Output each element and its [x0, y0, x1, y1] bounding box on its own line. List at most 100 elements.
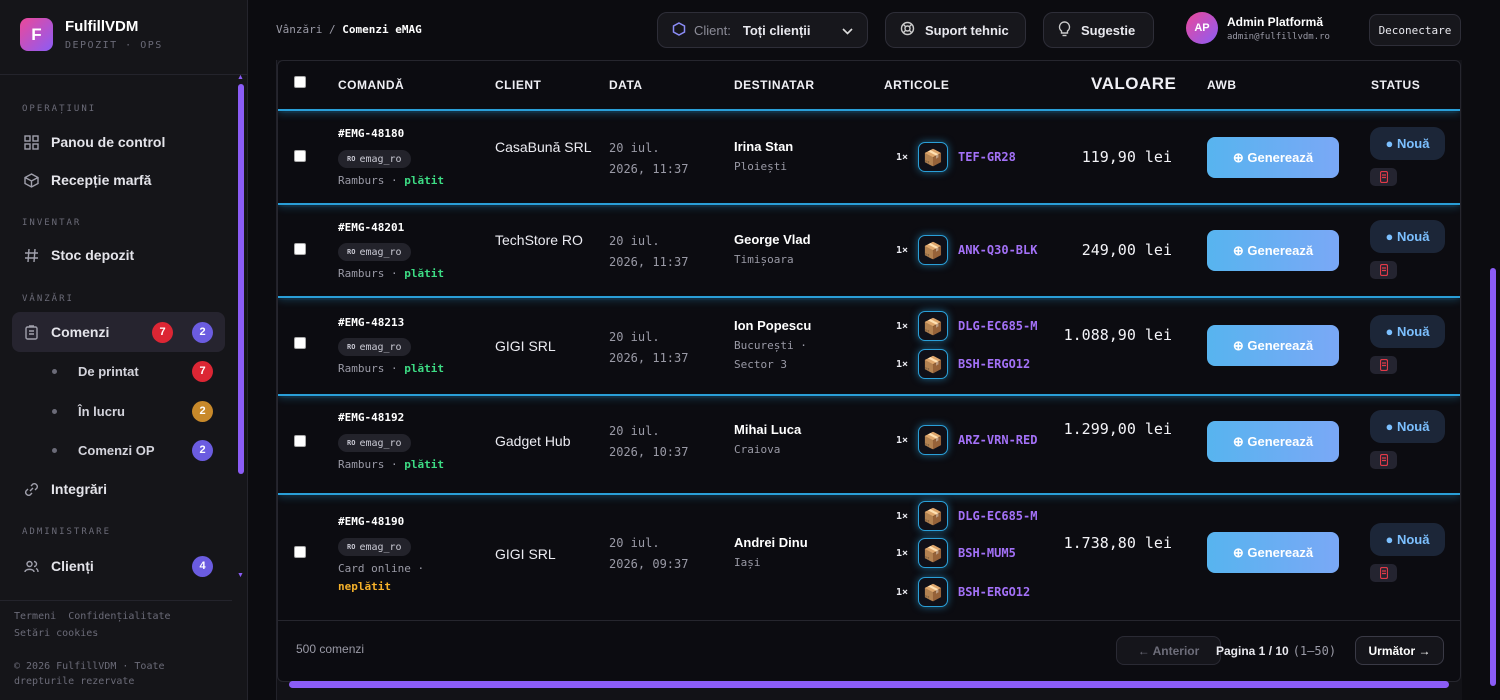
col-recipient[interactable]: DESTINATAR	[734, 78, 815, 92]
payment-method: Ramburs ·	[338, 267, 398, 280]
date-day: 20 iul.	[609, 141, 660, 155]
client-select[interactable]: Client: Toți clienții	[657, 12, 868, 48]
item-sku[interactable]: ANK-Q30-BLK	[958, 243, 1037, 257]
col-order[interactable]: COMANDĂ	[338, 78, 404, 92]
item-sku[interactable]: DLG-EC685-M	[958, 509, 1037, 523]
payment-status: plătit	[404, 458, 444, 471]
sidebar-item-label: Clienți	[51, 558, 94, 574]
subitem-badge: 2	[192, 439, 213, 461]
hash-icon	[23, 247, 39, 263]
col-value[interactable]: VALOARE	[1091, 74, 1176, 94]
date-time: 2026, 11:37	[609, 255, 689, 269]
next-page-button[interactable]: Următor →	[1355, 636, 1444, 665]
sidebar-subitem-to-print[interactable]: De printat 7	[52, 356, 222, 386]
row-checkbox[interactable]	[294, 337, 306, 349]
table-row[interactable]: #EMG-48201 RO emag_ro Ramburs · plătit Te…	[278, 207, 1460, 298]
scroll-down-icon[interactable]: ▼	[237, 572, 244, 579]
horizontal-scrollbar[interactable]	[289, 681, 1449, 688]
vertical-scrollbar[interactable]	[1490, 268, 1496, 686]
grid-icon	[23, 134, 39, 150]
date-day: 20 iul.	[609, 536, 660, 550]
printer-icon[interactable]	[1370, 168, 1397, 186]
brand[interactable]: F FulfillVDM DEPOZIT · OPS	[20, 18, 163, 51]
table-row[interactable]: #EMG-48180 RO emag_ro Ramburs · plătit Ca…	[278, 113, 1460, 205]
recipient-city: București · Sector 3	[734, 339, 807, 371]
logout-button[interactable]: Deconectare	[1369, 14, 1461, 46]
support-button[interactable]: Suport tehnic	[885, 12, 1026, 48]
order-date: 20 iul. 2026, 11:37	[609, 231, 688, 273]
order-id[interactable]: #EMG-48190	[338, 515, 404, 528]
sidebar-item-clients[interactable]: Clienți 4	[12, 546, 225, 584]
sidebar-subitem-op-orders[interactable]: Comenzi OP 2	[52, 435, 222, 465]
generate-awb-button[interactable]: ⊕ Generează	[1207, 137, 1339, 178]
privacy-link[interactable]: Confidențialitate	[68, 611, 170, 622]
breadcrumb-current: Comenzi eMAG	[342, 23, 422, 36]
sidebar-item-label: Integrări	[51, 481, 108, 497]
order-id[interactable]: #EMG-48180	[338, 127, 404, 140]
row-checkbox[interactable]	[294, 243, 306, 255]
sidebar-item-integrations[interactable]: Integrări	[12, 469, 225, 509]
sidebar-item-dashboard[interactable]: Panou de control	[12, 122, 225, 162]
select-all-checkbox[interactable]	[294, 76, 306, 88]
source-badge: RO emag_ro	[338, 338, 411, 356]
sidebar-scrollbar[interactable]	[238, 84, 244, 474]
sidebar-item-orders[interactable]: Comenzi 7 2	[12, 312, 225, 352]
printer-icon[interactable]	[1370, 451, 1397, 469]
previous-page-button[interactable]: ← Anterior	[1116, 636, 1221, 665]
recipient-name: George Vlad	[734, 232, 811, 247]
item-sku[interactable]: BSH-ERGO12	[958, 357, 1030, 371]
order-item: 1× 📦 BSH-ERGO12	[896, 576, 1030, 608]
item-qty: 1×	[896, 244, 909, 256]
item-sku[interactable]: ARZ-VRN-RED	[958, 433, 1037, 447]
scroll-up-icon[interactable]: ▲	[237, 74, 244, 81]
user-menu[interactable]: AP Admin Platformă admin@fulfillvdm.ro	[1186, 12, 1330, 44]
sidebar-item-reception[interactable]: Recepție marfă	[12, 160, 225, 200]
source-label: emag_ro	[359, 341, 402, 353]
breadcrumb-parent[interactable]: Vânzări	[276, 23, 322, 36]
cookies-link[interactable]: Setări cookies	[14, 628, 98, 639]
table-row[interactable]: #EMG-48213 RO emag_ro Ramburs · plătit GI…	[278, 300, 1460, 396]
order-count: 500 comenzi	[296, 642, 365, 656]
date-time: 2026, 11:37	[609, 351, 689, 365]
breadcrumb: Vânzări / Comenzi eMAG	[276, 23, 422, 36]
date-time: 2026, 09:37	[609, 557, 689, 571]
package-icon: 📦	[918, 142, 948, 172]
item-sku[interactable]: TEF-GR28	[958, 150, 1016, 164]
table-footer: 500 comenzi ← Anterior Pagina 1 / 10 (1–5…	[278, 621, 1460, 681]
generate-awb-button[interactable]: ⊕ Generează	[1207, 230, 1339, 271]
item-sku[interactable]: DLG-EC685-M	[958, 319, 1037, 333]
order-id[interactable]: #EMG-48192	[338, 411, 404, 424]
order-value: 1.088,90 lei	[1063, 326, 1172, 344]
sidebar: F FulfillVDM DEPOZIT · OPS OPERAȚIUNI Pa…	[0, 0, 248, 700]
printer-icon[interactable]	[1370, 356, 1397, 374]
recipient-city: Iași	[734, 556, 761, 569]
col-awb[interactable]: AWB	[1207, 78, 1237, 92]
table-row[interactable]: #EMG-48192 RO emag_ro Ramburs · plătit Ga…	[278, 398, 1460, 495]
row-checkbox[interactable]	[294, 435, 306, 447]
printer-icon[interactable]	[1370, 261, 1397, 279]
order-id[interactable]: #EMG-48213	[338, 316, 404, 329]
payment-info: Ramburs · plătit	[338, 456, 444, 474]
generate-awb-button[interactable]: ⊕ Generează	[1207, 421, 1339, 462]
col-client[interactable]: CLIENT	[495, 78, 541, 92]
printer-icon[interactable]	[1370, 564, 1397, 582]
generate-awb-button[interactable]: ⊕ Generează	[1207, 325, 1339, 366]
orders-badge-print: 7	[152, 321, 173, 343]
row-checkbox[interactable]	[294, 546, 306, 558]
item-sku[interactable]: BSH-ERGO12	[958, 585, 1030, 599]
bullet-icon	[52, 368, 57, 374]
generate-awb-button[interactable]: ⊕ Generează	[1207, 532, 1339, 573]
order-id[interactable]: #EMG-48201	[338, 221, 404, 234]
sidebar-item-stock[interactable]: Stoc depozit	[12, 235, 225, 275]
terms-link[interactable]: Termeni	[14, 611, 56, 622]
row-checkbox[interactable]	[294, 150, 306, 162]
clients-badge: 4	[192, 555, 213, 577]
col-date[interactable]: DATA	[609, 78, 643, 92]
col-status[interactable]: STATUS	[1371, 78, 1420, 92]
payment-info: Ramburs · plătit	[338, 360, 444, 378]
item-sku[interactable]: BSH-MUM5	[958, 546, 1016, 560]
table-row[interactable]: #EMG-48190 RO emag_ro Card online · neplăt…	[278, 497, 1460, 621]
suggestion-button[interactable]: Sugestie	[1043, 12, 1154, 48]
col-items[interactable]: ARTICOLE	[884, 78, 949, 92]
sidebar-subitem-in-progress[interactable]: În lucru 2	[52, 396, 222, 426]
